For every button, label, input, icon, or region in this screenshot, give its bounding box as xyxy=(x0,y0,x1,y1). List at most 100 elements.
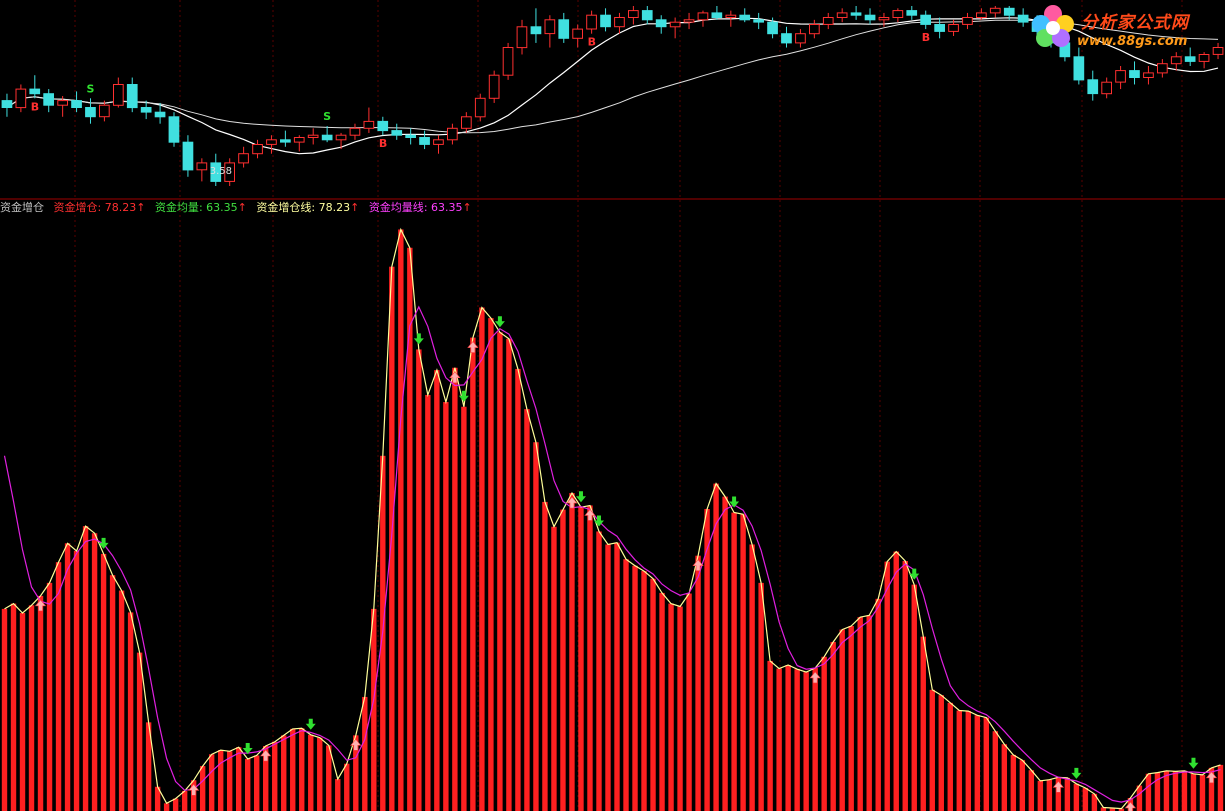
candle-body xyxy=(15,88,27,109)
candle-body xyxy=(293,137,305,143)
volume-bar xyxy=(308,734,314,811)
volume-bar xyxy=(938,695,944,811)
volume-bar xyxy=(425,394,431,811)
candle-body xyxy=(1,100,13,108)
buy-marker: B xyxy=(922,31,930,44)
indicator-lines xyxy=(3,227,1221,810)
candle-body xyxy=(29,88,41,95)
candle-body xyxy=(767,21,778,35)
candle-body xyxy=(725,14,737,18)
volume-bar xyxy=(1073,783,1080,811)
volume-bar xyxy=(245,758,251,811)
candle-body xyxy=(502,47,514,76)
volume-bar xyxy=(344,763,350,811)
volume-bar xyxy=(551,526,557,811)
volume-bar xyxy=(109,575,116,811)
candle-body xyxy=(1087,79,1099,95)
candle-body xyxy=(586,14,597,30)
candle-body xyxy=(934,24,945,32)
candle-body xyxy=(252,144,263,155)
volume-bar xyxy=(578,507,584,811)
logo-url: www.88gs.com xyxy=(1077,34,1188,49)
candle-body xyxy=(405,134,416,138)
volume-bar xyxy=(1172,771,1179,811)
volume-bar xyxy=(911,584,917,811)
volume-bar xyxy=(695,555,701,811)
volume-bar xyxy=(1181,770,1188,811)
volume-bar xyxy=(28,605,35,811)
volume-bar xyxy=(506,338,512,811)
volume-bar xyxy=(1010,754,1017,811)
buy-arrow xyxy=(467,341,479,353)
volume-bar xyxy=(515,368,521,811)
candle-body xyxy=(71,100,82,108)
candle-body xyxy=(558,19,570,39)
indicator-title: 资金增仓 xyxy=(0,201,44,214)
volume-bar xyxy=(1,608,8,811)
candle-body xyxy=(669,21,681,28)
candle-body xyxy=(99,104,110,118)
candle-body xyxy=(530,26,542,35)
volume-bar xyxy=(235,747,242,811)
candle-body xyxy=(307,134,319,138)
volume-bars xyxy=(1,229,1224,811)
candle-body xyxy=(711,12,723,18)
candle-body xyxy=(85,107,96,118)
volume-bar xyxy=(1028,770,1035,811)
volume-bar xyxy=(560,509,566,811)
sell-arrow xyxy=(305,718,316,730)
candle-body xyxy=(809,24,820,35)
volume-bar xyxy=(299,728,305,811)
volume-bar xyxy=(686,593,692,811)
volume-bar xyxy=(1001,744,1008,811)
legend-item-junliang-line: 资金均量线: 63.35↑ xyxy=(368,201,472,214)
candle-body xyxy=(140,107,152,113)
volume-bar xyxy=(470,337,476,811)
volume-bar xyxy=(434,370,440,811)
volume-bar xyxy=(488,318,494,811)
buy-arrow xyxy=(809,671,821,684)
volume-bar xyxy=(254,755,260,811)
volume-bar xyxy=(875,598,881,811)
candle-body xyxy=(920,14,931,25)
volume-bar xyxy=(740,514,746,811)
zengcang-line xyxy=(4,227,1221,810)
volume-bar xyxy=(1199,774,1206,811)
candle-body xyxy=(1170,56,1182,65)
volume-bar xyxy=(839,629,845,811)
volume-bar xyxy=(82,526,89,811)
flower-icon xyxy=(1032,5,1074,47)
volume-bar xyxy=(335,779,341,811)
chart-canvas: 3.58 B B B B S S xyxy=(0,0,1225,811)
volume-bar xyxy=(317,737,323,811)
buy-arrow xyxy=(260,749,272,762)
volume-bar xyxy=(641,571,647,811)
legend-item-junliang: 资金均量: 63.35↑ xyxy=(154,201,247,214)
sell-marker: S xyxy=(323,110,331,123)
volume-bar xyxy=(416,349,422,811)
volume-bar xyxy=(956,710,962,811)
volume-bar xyxy=(19,613,26,811)
volume-bar xyxy=(208,754,215,811)
candle-body xyxy=(280,139,291,143)
volume-bar xyxy=(533,442,539,811)
volume-bar xyxy=(812,667,818,811)
volume-bar xyxy=(803,672,809,811)
candle-body xyxy=(1003,7,1015,16)
candle-body xyxy=(516,26,528,49)
candle-body xyxy=(906,10,918,16)
volume-bar xyxy=(172,798,179,811)
buy-arrow xyxy=(1052,780,1065,793)
candle-body xyxy=(822,17,834,25)
volume-bar xyxy=(136,652,143,811)
candle-body xyxy=(488,74,500,99)
volume-bar xyxy=(965,711,971,811)
candle-body xyxy=(948,24,959,32)
candle-body xyxy=(850,12,862,16)
candle-body xyxy=(447,127,458,141)
volume-bar xyxy=(46,582,53,811)
candle-body xyxy=(962,17,973,25)
candle-body xyxy=(126,84,138,109)
volume-bar xyxy=(118,590,125,811)
volume-bar xyxy=(794,669,800,811)
